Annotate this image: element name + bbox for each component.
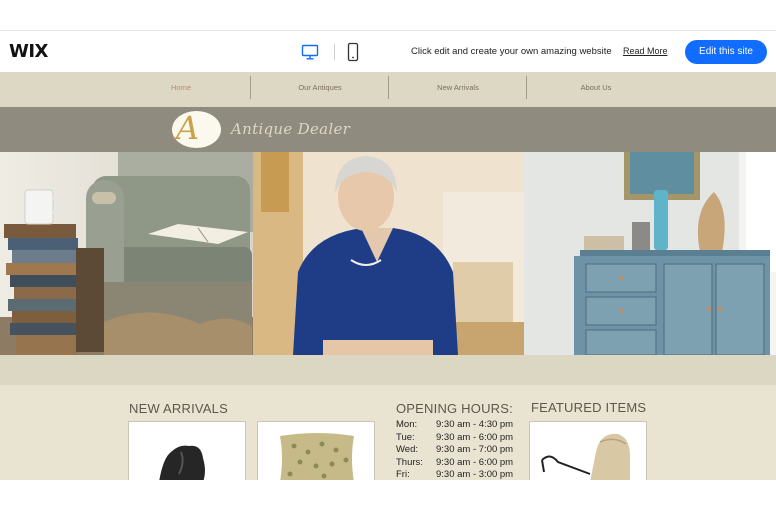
hours-time: 9:30 am - 4:30 pm	[436, 419, 514, 430]
new-arrivals-title: NEW ARRIVALS	[129, 401, 228, 416]
hours-time: 9:30 am - 3:00 pm	[436, 469, 514, 480]
edit-site-button[interactable]: Edit this site	[685, 40, 767, 64]
site-nav: Home Our Antiques New Arrivals About Us	[0, 72, 776, 107]
featured-items-title: FEATURED ITEMS	[531, 400, 647, 415]
hours-row: Fri: 9:30 am - 3:00 pm	[396, 469, 526, 480]
hours-day: Fri:	[396, 469, 410, 480]
logo-monogram: A	[176, 109, 200, 147]
brand-banner: A Antique Dealer	[0, 107, 776, 152]
device-divider	[334, 44, 335, 60]
vase-photo[interactable]	[128, 421, 246, 480]
nav-item-new-arrivals[interactable]: New Arrivals	[389, 75, 527, 101]
bottom-whitespace	[0, 480, 776, 512]
hours-time: 9:30 am - 6:00 pm	[436, 431, 514, 443]
top-whitespace	[0, 0, 776, 31]
hours-row: Thurs: 9:30 am - 6:00 pm	[396, 457, 526, 469]
opening-hours-title: OPENING HOURS:	[396, 401, 513, 416]
blue-cabinet-photo[interactable]	[524, 152, 776, 355]
promo-text: Click edit and create your own amazing w…	[411, 46, 612, 57]
desktop-icon[interactable]	[301, 43, 319, 61]
nav-item-home[interactable]: Home	[112, 75, 250, 101]
armchair-books-photo[interactable]	[0, 152, 253, 355]
hours-day: Thurs:	[396, 456, 423, 468]
hours-time: 9:30 am - 7:00 pm	[436, 444, 514, 455]
nav-item-our-antiques[interactable]: Our Antiques	[251, 75, 389, 101]
wix-logo[interactable]: WIX	[9, 41, 48, 62]
hours-day: Mon:	[396, 419, 418, 430]
stroller-photo[interactable]	[529, 421, 647, 480]
hours-day: Tue:	[396, 431, 415, 443]
section-divider	[0, 355, 776, 385]
site-name[interactable]: Antique Dealer	[231, 120, 350, 138]
read-more-link[interactable]: Read More	[623, 46, 668, 56]
nav-item-about-us[interactable]: About Us	[527, 75, 665, 101]
mobile-icon[interactable]	[347, 42, 359, 62]
site-preview: Home Our Antiques New Arrivals About Us …	[0, 72, 776, 480]
woman-portrait-photo[interactable]	[253, 152, 524, 355]
pillow-photo[interactable]	[257, 421, 375, 480]
hero-gallery	[0, 152, 776, 355]
hours-day: Wed:	[396, 444, 419, 455]
wix-editor-bar: WIX Click edit and create your own amazi…	[0, 32, 776, 72]
hours-row: Tue: 9:30 am - 6:00 pm	[396, 432, 526, 444]
hours-time: 9:30 am - 6:00 pm	[436, 456, 514, 468]
hours-row: Wed: 9:30 am - 7:00 pm	[396, 444, 526, 456]
hours-row: Mon: 9:30 am - 4:30 pm	[396, 419, 526, 431]
